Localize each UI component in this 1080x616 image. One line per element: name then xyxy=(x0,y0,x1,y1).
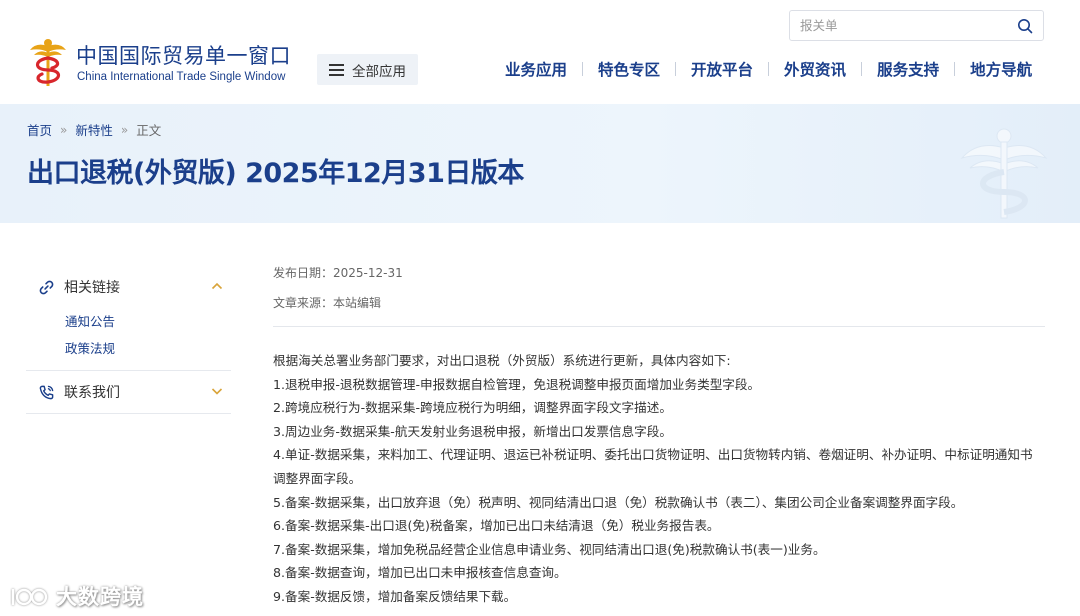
article-intro-paragraph: 根据海关总署业务部门要求，对出口退税（外贸版）系统进行更新，具体内容如下: xyxy=(273,353,731,368)
chevron-up-icon[interactable] xyxy=(211,280,223,292)
site-header: 中国国际贸易单一窗口 China International Trade Sin… xyxy=(0,0,1080,104)
article-list-item: 4.单证-数据采集，来料加工、代理证明、退运已补税证明、委托出口货物证明、出口货… xyxy=(273,447,1033,486)
publish-date-value: 2025-12-31 xyxy=(333,266,403,280)
source-label: 文章来源： xyxy=(273,296,334,310)
meta-divider xyxy=(273,326,1045,327)
sidebar: 相关链接 通知公告 政策法规 联系我们 xyxy=(26,266,231,414)
article-list-item: 2.跨境应税行为-数据采集-跨境应税行为明细，调整界面字段文字描述。 xyxy=(273,400,672,416)
publish-date-label: 发布日期： xyxy=(273,266,334,280)
search-box xyxy=(789,10,1044,41)
breadcrumb-separator-icon: » xyxy=(60,122,68,137)
sidebar-item-policies-regulations[interactable]: 政策法规 xyxy=(26,335,231,362)
caduceus-watermark-icon xyxy=(960,128,1048,219)
watermark: 大数跨境 xyxy=(10,581,144,611)
article-meta: 发布日期： 2025-12-31 文章来源： 本站编辑 xyxy=(273,258,1045,318)
breadcrumb: 首页 » 新特性 » 正文 xyxy=(27,120,161,139)
link-icon xyxy=(39,280,54,294)
all-apps-label: 全部应用 xyxy=(352,63,406,80)
logo-english-name: China International Trade Single Window xyxy=(77,71,286,83)
phone-icon xyxy=(39,385,54,399)
logo-chinese-name: 中国国际贸易单一窗口 xyxy=(76,44,291,68)
sidebar-header-related-links[interactable]: 相关链接 xyxy=(26,266,231,308)
article-list-item: 5.备案-数据采集，出口放弃退（免）税声明、视同结清出口退（免）税款确认书（表二… xyxy=(273,494,964,510)
article-list-item: 1.退税申报-退税数据管理-申报数据自检管理，免退税调整申报页面增加业务类型字段… xyxy=(273,376,761,392)
source-value: 本站编辑 xyxy=(333,296,382,310)
sidebar-header-contact-us[interactable]: 联系我们 xyxy=(26,371,231,413)
breadcrumb-separator-icon: » xyxy=(120,122,129,137)
sidebar-item-announcements[interactable]: 通知公告 xyxy=(26,308,231,335)
article-list-item: 8.备案-数据查询，增加已出口未申报核查信息查询。 xyxy=(273,565,567,581)
title-banner: 首页 » 新特性 » 正文 出口退税(外贸版) 2025年12月31日版本 xyxy=(0,104,1080,223)
sidebar-title-related-links: 相关链接 xyxy=(64,280,120,296)
article: 发布日期： 2025-12-31 文章来源： 本站编辑 根据海关总署业务部门要求… xyxy=(273,258,1045,609)
search-input[interactable] xyxy=(800,11,1010,40)
article-list-item: 7.备案-数据采集，增加免税品经营企业信息申请业务、视同结清出口退(免)税款确认… xyxy=(273,541,826,557)
watermark-text: 大数跨境 xyxy=(56,585,144,609)
source-row: 文章来源： 本站编辑 xyxy=(273,288,1045,318)
article-list-item: 6.备案-数据采集-出口退(免)税备案，增加已出口未结清退（免）税业务报告表。 xyxy=(273,518,720,534)
menu-icon xyxy=(329,63,344,76)
sidebar-group-contact-us: 联系我们 xyxy=(26,371,231,414)
main-nav: 业务应用 特色专区 开放平台 外贸资讯 服务支持 地方导航 xyxy=(490,58,1047,80)
nav-item-local-navigation[interactable]: 地方导航 xyxy=(955,58,1047,80)
article-body: 根据海关总署业务部门要求，对出口退税（外贸版）系统进行更新，具体内容如下: 1.… xyxy=(273,349,1045,609)
page-title: 出口退税(外贸版) 2025年12月31日版本 xyxy=(27,158,524,189)
sidebar-group-related-links: 相关链接 通知公告 政策法规 xyxy=(26,266,231,371)
publish-date-row: 发布日期： 2025-12-31 xyxy=(273,258,1045,288)
nav-item-service-support[interactable]: 服务支持 xyxy=(862,58,954,80)
sidebar-title-contact-us: 联系我们 xyxy=(64,385,120,401)
article-list-item: 3.周边业务-数据采集-航天发射业务退税申报，新增出口发票信息字段。 xyxy=(273,423,672,439)
caduceus-logo-icon xyxy=(30,39,66,86)
search-icon[interactable] xyxy=(1017,18,1033,34)
nav-item-trade-news[interactable]: 外贸资讯 xyxy=(769,58,861,80)
nav-item-featured-zone[interactable]: 特色专区 xyxy=(583,58,675,80)
breadcrumb-current: 正文 xyxy=(136,123,162,138)
watermark-logo-icon xyxy=(11,588,48,606)
article-list-item: 9.备案-数据反馈，增加备案反馈结果下载。 xyxy=(273,588,517,604)
chevron-down-icon[interactable] xyxy=(211,385,223,397)
nav-item-business-apps[interactable]: 业务应用 xyxy=(490,58,582,80)
site-logo[interactable]: 中国国际贸易单一窗口 China International Trade Sin… xyxy=(26,36,296,92)
breadcrumb-new-features[interactable]: 新特性 xyxy=(75,120,113,139)
all-apps-button[interactable]: 全部应用 xyxy=(317,54,418,85)
breadcrumb-home[interactable]: 首页 xyxy=(27,120,52,139)
nav-item-open-platform[interactable]: 开放平台 xyxy=(676,58,768,80)
